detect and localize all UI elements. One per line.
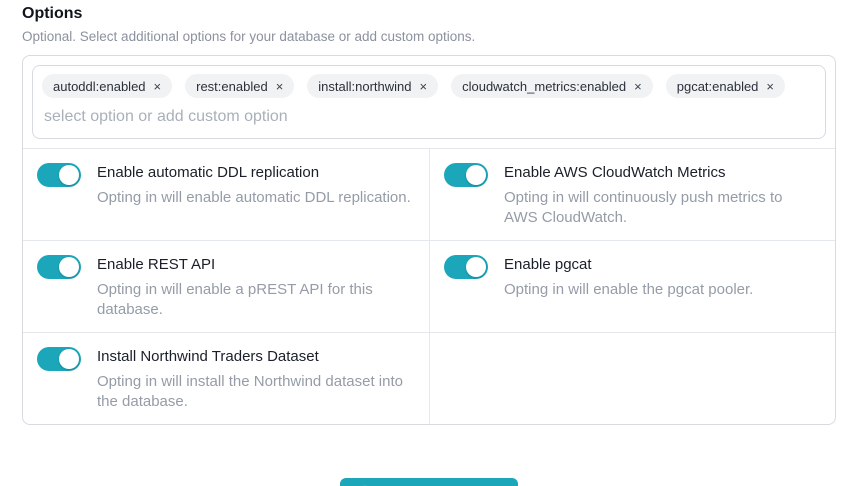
option-title: Enable AWS CloudWatch Metrics [504,164,726,181]
remove-chip-icon[interactable]: × [276,80,284,93]
chip-rest[interactable]: rest:enabled × [185,74,295,98]
toggle-knob [59,257,79,277]
toggle-rest-api[interactable] [37,255,81,279]
option-title: Install Northwind Traders Dataset [97,348,319,365]
chip-label: cloudwatch_metrics:enabled [462,78,627,94]
option-cell-empty [429,332,835,424]
toggle-northwind-dataset[interactable] [37,347,81,371]
submit-row: Create Database [22,478,836,486]
toggle-pgcat[interactable] [444,255,488,279]
toggle-knob [466,165,486,185]
remove-chip-icon[interactable]: × [766,80,774,93]
option-description: Opting in will enable automatic DDL repl… [97,189,411,206]
option-description: Opting in will continuously push metrics… [504,189,783,226]
option-tag-input[interactable]: autoddl:enabled × rest:enabled × install… [32,65,826,139]
option-description: Opting in will enable the pgcat pooler. [504,281,754,298]
option-description: Opting in will install the Northwind dat… [97,373,403,410]
chip-label: install:northwind [318,78,412,94]
toggle-knob [59,349,79,369]
option-cell-rest: Enable REST API Opting in will enable a … [23,240,429,332]
chip-list: autoddl:enabled × rest:enabled × install… [42,74,816,98]
option-cell-ddl: Enable automatic DDL replication Opting … [23,149,429,240]
tag-input-placeholder[interactable]: select option or add custom option [42,108,816,126]
toggle-knob [466,257,486,277]
options-container: autoddl:enabled × rest:enabled × install… [22,55,836,425]
options-grid: Enable automatic DDL replication Opting … [23,148,835,424]
page-title: Options [22,5,83,22]
option-cell-cloudwatch: Enable AWS CloudWatch Metrics Opting in … [429,149,835,240]
option-description: Opting in will enable a pREST API for th… [97,281,373,318]
toggle-knob [59,165,79,185]
chip-label: pgcat:enabled [676,78,759,94]
option-title: Enable automatic DDL replication [97,164,320,181]
chip-label: autoddl:enabled [53,78,146,94]
options-page: Options Optional. Select additional opti… [0,0,859,486]
remove-chip-icon[interactable]: × [420,80,428,93]
create-database-button[interactable]: Create Database [339,478,519,486]
tag-input-wrap: autoddl:enabled × rest:enabled × install… [23,56,835,148]
chip-pgcat[interactable]: pgcat:enabled × [665,74,786,98]
option-cell-pgcat: Enable pgcat Opting in will enable the p… [429,240,835,332]
chip-autoddl[interactable]: autoddl:enabled × [42,74,173,98]
remove-chip-icon[interactable]: × [154,80,162,93]
chip-cloudwatch-metrics[interactable]: cloudwatch_metrics:enabled × [451,74,653,98]
option-title: Enable REST API [97,256,216,273]
option-title: Enable pgcat [504,256,592,273]
toggle-ddl-replication[interactable] [37,163,81,187]
chip-install-northwind[interactable]: install:northwind × [307,74,439,98]
toggle-cloudwatch-metrics[interactable] [444,163,488,187]
option-cell-northwind: Install Northwind Traders Dataset Opting… [23,332,429,424]
remove-chip-icon[interactable]: × [634,80,642,93]
chip-label: rest:enabled [196,78,268,94]
page-subtitle: Optional. Select additional options for … [22,29,476,44]
